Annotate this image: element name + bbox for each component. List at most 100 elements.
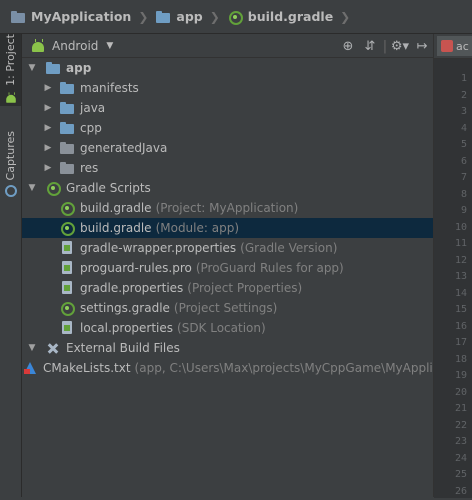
tree-item-label: java [80,101,106,115]
line-number: 13 [454,271,467,282]
tree-item-java[interactable]: ▶ java [22,98,433,118]
folder-icon [10,9,26,25]
breadcrumb-app[interactable]: app [155,9,203,25]
tree-item-hint: (app, C:\Users\Max\projects\MyCppGame\My… [134,361,433,375]
expand-arrow-icon[interactable]: ▶ [41,103,55,113]
breadcrumb-file[interactable]: build.gradle [227,9,333,25]
editor-tab[interactable]: ac [437,36,472,56]
gradle-icon [45,180,61,196]
line-number: 2 [460,89,467,101]
line-number: 9 [460,205,467,216]
line-number: 23 [454,436,467,447]
line-number: 15 [454,304,467,315]
line-number: 26 [454,485,467,497]
tree-item-hint: (Module: app) [155,221,240,235]
folder-icon [59,100,75,116]
folder-icon [155,9,171,25]
tree-item-manifests[interactable]: ▶ manifests [22,78,433,98]
properties-file-icon [59,280,75,296]
expand-arrow-icon[interactable]: ▶ [41,163,55,173]
project-panel: Android ▼ ⊕ ⇵ | ⚙▾ ↦ ▼ app ▶ manifests ▶ [22,34,433,497]
file-error-icon [441,40,453,52]
view-selector-label: Android [52,38,99,53]
tree-item-hint: (ProGuard Rules for app) [195,261,344,275]
tool-window-strip: 1: Project Captures [0,34,22,497]
sync-icon[interactable]: ⊕ [337,39,359,54]
tree-item-label: local.properties [80,321,174,335]
tree-item-label: app [66,61,92,75]
line-number: 16 [454,320,467,332]
folder-icon [59,160,75,176]
gradle-icon [59,300,75,316]
line-number: 7 [460,172,467,183]
tab-project[interactable]: 1: Project [0,34,21,106]
expand-arrow-icon[interactable]: ▼ [25,183,39,193]
line-number: 14 [454,287,467,299]
tree-item-label: generatedJava [80,141,168,155]
line-number: 17 [454,337,467,348]
hide-icon[interactable]: ↦ [411,39,433,54]
tree-item-label: Gradle Scripts [66,181,151,195]
tree-item-app[interactable]: ▼ app [22,58,433,78]
cmake-icon [22,360,38,376]
expand-arrow-icon[interactable]: ▶ [41,83,55,93]
expand-arrow-icon[interactable]: ▼ [25,63,39,73]
view-selector[interactable]: Android ▼ [30,38,113,54]
tree-item-label: CMakeLists.txt [43,361,131,375]
line-number: 25 [454,469,467,480]
tree-item-hint: (Project: MyApplication) [155,201,299,215]
line-number: 3 [460,106,467,117]
tree-item-label: proguard-rules.pro [80,261,192,275]
editor-tab-label: ac [456,39,469,53]
tree-item-local-properties[interactable]: local.properties (SDK Location) [22,318,433,338]
properties-file-icon [59,260,75,276]
line-number: 6 [460,155,467,167]
tree-item-gradle-properties[interactable]: gradle.properties (Project Properties) [22,278,433,298]
line-number: 12 [454,254,467,266]
tree-item-proguard-rules[interactable]: proguard-rules.pro (ProGuard Rules for a… [22,258,433,278]
line-number: 8 [460,188,467,200]
editor-tab-bar: ac [434,34,472,59]
breadcrumb-project[interactable]: MyApplication [10,9,131,25]
breadcrumb-label: build.gradle [247,9,334,24]
tree-item-hint: (Gradle Version) [240,241,338,255]
tree-item-hint: (Project Properties) [187,281,303,295]
tree-item-res[interactable]: ▶ res [22,158,433,178]
tools-icon [45,340,61,356]
gradle-icon [227,9,243,25]
properties-file-icon [59,320,75,336]
folder-icon [59,140,75,156]
line-number: 22 [454,419,467,431]
collapse-icon[interactable]: ⇵ [359,39,381,54]
tree-item-label: manifests [80,81,139,95]
line-number: 18 [454,353,467,365]
tree-item-gradle-scripts[interactable]: ▼ Gradle Scripts [22,178,433,198]
tree-item-cmakelists[interactable]: CMakeLists.txt (app, C:\Users\Max\projec… [22,358,433,378]
expand-arrow-icon[interactable]: ▶ [41,143,55,153]
tree-item-external-build-files[interactable]: ▼ External Build Files [22,338,433,358]
tree-item-build-gradle-project[interactable]: build.gradle (Project: MyApplication) [22,198,433,218]
tab-captures[interactable]: Captures [0,124,21,204]
tree-item-label: res [80,161,99,175]
tree-item-gradle-wrapper-properties[interactable]: gradle-wrapper.properties (Gradle Versio… [22,238,433,258]
tab-captures-label: Captures [4,131,17,181]
tree-item-cpp[interactable]: ▶ cpp [22,118,433,138]
tree-item-build-gradle-module[interactable]: build.gradle (Module: app) [22,218,433,238]
tree-item-hint: (Project Settings) [173,301,278,315]
tree-item-settings-gradle[interactable]: settings.gradle (Project Settings) [22,298,433,318]
gear-icon[interactable]: ⚙▾ [389,39,411,54]
expand-arrow-icon[interactable]: ▼ [25,343,39,353]
line-number: 4 [460,122,467,134]
android-icon [30,38,46,54]
camera-icon [4,184,17,197]
line-number: 10 [454,221,467,233]
folder-icon [59,80,75,96]
tree-item-label: cpp [80,121,102,135]
gradle-icon [59,220,75,236]
project-panel-toolbar: Android ▼ ⊕ ⇵ | ⚙▾ ↦ [22,34,433,58]
properties-file-icon [59,240,75,256]
expand-arrow-icon[interactable]: ▶ [41,123,55,133]
gradle-icon [59,200,75,216]
chevron-right-icon: ❯ [138,9,149,24]
tree-item-generatedjava[interactable]: ▶ generatedJava [22,138,433,158]
